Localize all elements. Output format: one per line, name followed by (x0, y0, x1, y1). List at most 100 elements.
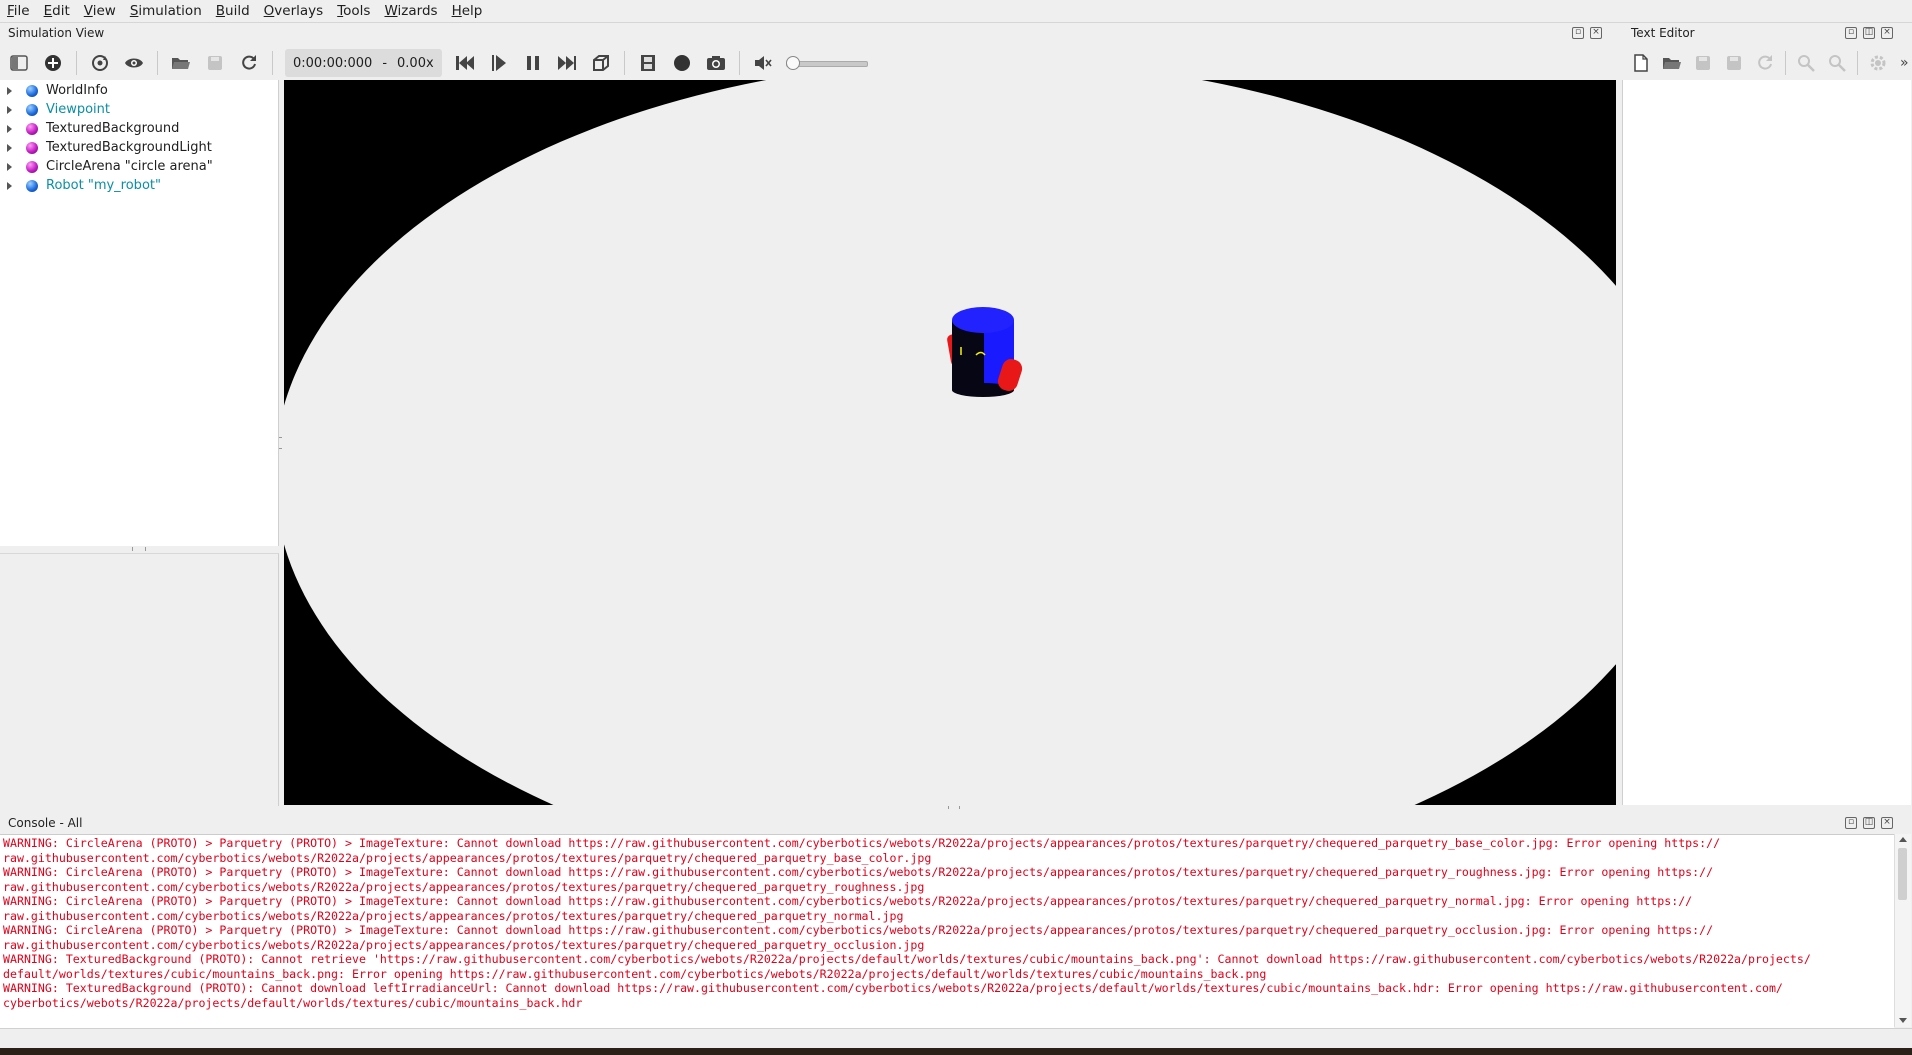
robot[interactable] (946, 307, 1024, 397)
reload-world-icon[interactable] (238, 52, 260, 74)
node-ball-icon (26, 179, 38, 192)
tree-node-texturedbackground[interactable]: TexturedBackground (0, 119, 278, 138)
replace-icon[interactable] (1826, 52, 1848, 74)
console-line: cyberbotics/webots/R2022a/projects/defau… (3, 995, 583, 1010)
menu-file[interactable]: File (0, 0, 37, 22)
vertical-splitter-handle[interactable] (279, 437, 282, 449)
expand-arrow-icon[interactable] (7, 162, 12, 171)
tree-node-robot[interactable]: Robot "my_robot" (0, 176, 278, 195)
text-editor-area[interactable] (1622, 80, 1911, 805)
expand-arrow-icon[interactable] (7, 86, 12, 95)
toolbar-separator (1785, 51, 1786, 75)
float-icon[interactable]: ▫ (1572, 27, 1584, 39)
maximize-icon[interactable]: ◫ (1863, 27, 1875, 39)
expand-arrow-icon[interactable] (7, 124, 12, 133)
expand-arrow-icon[interactable] (7, 143, 12, 152)
proto-ball-icon (26, 122, 38, 135)
tree-node-label: CircleArena "circle arena" (46, 159, 213, 174)
tree-node-label: TexturedBackgroundLight (46, 140, 212, 155)
volume-slider[interactable] (785, 56, 868, 70)
arena-floor (284, 80, 1616, 805)
run-step-icon[interactable] (488, 52, 510, 74)
film-icon[interactable] (637, 52, 659, 74)
gear-icon[interactable] (1867, 52, 1889, 74)
tree-node-texturedbackgroundlight[interactable]: TexturedBackgroundLight (0, 138, 278, 157)
time-separator: - (382, 55, 388, 71)
close-icon[interactable]: × (1590, 27, 1602, 39)
tree-node-label: WorldInfo (46, 83, 108, 98)
tree-node-worldinfo[interactable]: WorldInfo (0, 81, 278, 100)
console-line: WARNING: CircleArena (PROTO) > Parquetry… (3, 865, 1714, 879)
tree-node-label: Robot "my_robot" (46, 178, 161, 193)
pause-icon[interactable] (522, 52, 544, 74)
find-icon[interactable] (1795, 52, 1817, 74)
save-world-icon[interactable] (204, 52, 226, 74)
toolbar-separator (157, 51, 158, 75)
toolbar-separator (272, 51, 273, 75)
field-editor-panel (0, 553, 279, 806)
float-icon[interactable]: ▫ (1845, 27, 1857, 39)
mute-speaker-icon[interactable] (752, 52, 774, 74)
close-icon[interactable]: × (1881, 27, 1893, 39)
record-icon[interactable] (671, 52, 693, 74)
simulation-time-display: 0:00:00:000 - 0.00x (285, 49, 442, 77)
maximize-icon[interactable]: ◫ (1863, 817, 1875, 829)
tree-node-label: Viewpoint (46, 102, 111, 117)
revert-icon[interactable] (1754, 52, 1776, 74)
save-as-icon[interactable] (1723, 52, 1745, 74)
volume-slider-handle[interactable] (785, 56, 800, 70)
console-line: WARNING: CircleArena (PROTO) > Parquetry… (3, 894, 1693, 908)
desktop-strip (0, 1048, 1912, 1055)
scroll-up-arrow-icon[interactable] (1899, 837, 1907, 842)
menu-help[interactable]: Help (445, 0, 490, 22)
fast-forward-icon[interactable] (556, 52, 578, 74)
view-3d-icon[interactable] (590, 52, 612, 74)
tree-node-circlearena[interactable]: CircleArena "circle arena" (0, 157, 278, 176)
scene-tree-splitter-handle[interactable] (132, 547, 146, 551)
toolbar-separator (623, 51, 625, 75)
menu-tools[interactable]: Tools (330, 0, 377, 22)
text-editor-toolbar: » (1630, 51, 1909, 75)
float-icon[interactable]: ▫ (1845, 817, 1857, 829)
proto-ball-icon (26, 160, 38, 173)
console-scrollbar[interactable] (1894, 834, 1911, 1027)
console-line: raw.githubusercontent.com/cyberbotics/we… (3, 850, 932, 865)
3d-view[interactable] (284, 80, 1616, 805)
expand-arrow-icon[interactable] (7, 181, 12, 190)
console-splitter-handle[interactable] (948, 806, 960, 809)
menu-overlays[interactable]: Overlays (257, 0, 331, 22)
robot-top (952, 307, 1014, 333)
expand-arrow-icon[interactable] (7, 105, 12, 114)
new-file-icon[interactable] (1630, 52, 1652, 74)
add-node-icon[interactable] (42, 52, 64, 74)
scroll-down-arrow-icon[interactable] (1899, 1018, 1907, 1023)
scrollbar-thumb[interactable] (1898, 848, 1907, 900)
eye-icon[interactable] (123, 52, 145, 74)
simulation-view-dock-buttons: ▫ × (1572, 27, 1602, 39)
menu-simulation[interactable]: Simulation (123, 0, 209, 22)
tree-node-viewpoint[interactable]: Viewpoint (0, 100, 278, 119)
toggle-scene-tree-icon[interactable] (8, 52, 30, 74)
console-output[interactable]: WARNING: CircleArena (PROTO) > Parquetry… (0, 834, 1894, 1028)
menu-view[interactable]: View (77, 0, 123, 22)
simulation-time: 0:00:00:000 (293, 55, 373, 71)
tree-node-label: TexturedBackground (46, 121, 180, 136)
save-file-icon[interactable] (1692, 52, 1714, 74)
console-line: raw.githubusercontent.com/cyberbotics/we… (3, 879, 925, 894)
node-ball-icon (26, 84, 38, 97)
menu-wizards[interactable]: Wizards (377, 0, 444, 22)
menu-edit[interactable]: Edit (37, 0, 77, 22)
console-line: raw.githubusercontent.com/cyberbotics/we… (3, 937, 925, 952)
open-world-icon[interactable] (170, 52, 192, 74)
reset-viewpoint-icon[interactable] (89, 52, 111, 74)
menu-build[interactable]: Build (209, 0, 257, 22)
proto-ball-icon (26, 141, 38, 154)
3d-scene (284, 80, 1616, 805)
toolbar-separator (1857, 51, 1858, 75)
toolbar-more-button[interactable]: » (1900, 55, 1909, 71)
step-back-icon[interactable] (454, 52, 476, 74)
text-editor-dock-buttons: ▫ ◫ × (1845, 27, 1893, 39)
camera-icon[interactable] (705, 52, 727, 74)
open-file-icon[interactable] (1661, 52, 1683, 74)
close-icon[interactable]: × (1881, 817, 1893, 829)
